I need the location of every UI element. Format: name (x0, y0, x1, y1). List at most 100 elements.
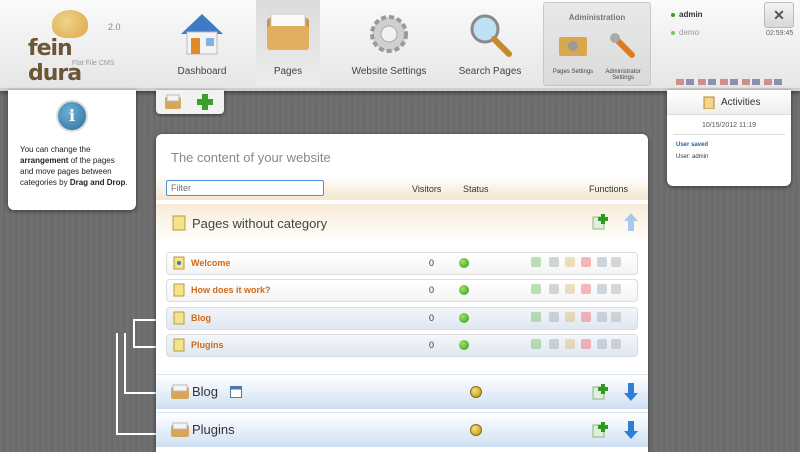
add-page-icon[interactable] (592, 214, 608, 230)
add-icon[interactable] (531, 339, 541, 349)
drag-line (124, 333, 126, 393)
arrow-up-icon[interactable] (623, 212, 639, 232)
user-admin[interactable]: admin (671, 10, 703, 19)
online-dot-icon (671, 12, 675, 17)
add-icon[interactable] (531, 257, 541, 267)
administrator-settings-label: Administrator Settings (605, 69, 641, 81)
header: fein dura 2.0 Flat File CMS Dashboard Pa… (0, 0, 800, 91)
page-row[interactable]: Plugins 0 (166, 334, 638, 357)
page-icon[interactable] (597, 284, 607, 294)
page-row[interactable]: Blog 0 (166, 307, 638, 330)
page-functions (531, 284, 621, 296)
edit-icon[interactable] (565, 339, 575, 349)
edit-icon[interactable] (565, 257, 575, 267)
menu-icon[interactable] (611, 257, 621, 267)
nav-search-pages-label: Search Pages (458, 66, 522, 77)
tree-logo-icon (52, 10, 88, 38)
category-row[interactable]: Plugins (156, 412, 648, 447)
page-name[interactable]: Welcome (191, 258, 230, 268)
clock: 02:59:45 (766, 30, 794, 37)
pages-settings-label: Pages Settings (552, 69, 594, 75)
add-page-icon[interactable] (592, 384, 608, 400)
page-row[interactable]: Welcome 0 (166, 252, 638, 275)
filter-input[interactable] (166, 180, 324, 196)
menu-icon[interactable] (611, 284, 621, 294)
drag-line (116, 333, 118, 434)
logo[interactable]: fein dura 2.0 Flat File CMS (28, 10, 128, 86)
page-toolbar (156, 90, 224, 114)
visitor-count: 0 (429, 313, 435, 323)
edit-icon[interactable] (565, 284, 575, 294)
info-icon: i (56, 100, 88, 132)
settings-icon[interactable] (549, 257, 559, 267)
page-functions (531, 312, 621, 324)
category-folder-icon (171, 384, 189, 399)
page-icon[interactable] (597, 312, 607, 322)
administrator-settings-button[interactable]: Administrator Settings (598, 29, 648, 83)
administration-panel: Administration Pages Settings Administra… (543, 2, 651, 86)
activities-panel: Activities 10/15/2012 11:19 User saved U… (667, 90, 791, 186)
activity-date: 10/15/2012 11:19 (702, 122, 756, 129)
status-online-icon[interactable] (459, 285, 469, 295)
settings-icon[interactable] (549, 312, 559, 322)
page-title: The content of your website (171, 150, 331, 165)
menu-icon[interactable] (611, 339, 621, 349)
category-row[interactable]: Blog (156, 374, 648, 409)
col-visitors: Visitors (412, 184, 442, 194)
arrow-down-icon[interactable] (623, 382, 639, 402)
delete-icon[interactable] (581, 312, 591, 322)
house-icon (181, 14, 223, 55)
nav-pages-label: Pages (273, 66, 303, 77)
page-name[interactable]: How does it work? (191, 285, 271, 295)
nav-dashboard-label: Dashboard (177, 66, 227, 77)
divider (673, 134, 785, 135)
delete-icon[interactable] (581, 339, 591, 349)
arrow-down-icon[interactable] (623, 420, 639, 440)
calendar-icon[interactable] (230, 386, 242, 398)
add-page-icon[interactable] (196, 93, 214, 111)
page-functions (531, 339, 621, 351)
wrench-icon (610, 33, 635, 58)
logout-close-button[interactable]: ✕ (764, 2, 794, 28)
category-none[interactable]: Pages without category (156, 204, 648, 244)
category-name: Pages without category (192, 216, 328, 231)
home-page-icon (173, 256, 185, 270)
clipboard-icon (703, 96, 715, 109)
category-name: Blog (192, 384, 219, 399)
drag-line (133, 319, 135, 348)
settings-icon[interactable] (549, 339, 559, 349)
page-name[interactable]: Blog (191, 313, 211, 323)
page-icon (173, 311, 185, 325)
settings-icon[interactable] (549, 284, 559, 294)
status-online-icon[interactable] (459, 313, 469, 323)
delete-icon[interactable] (581, 257, 591, 267)
status-online-icon[interactable] (459, 340, 469, 350)
nav-pages[interactable]: Pages (256, 0, 320, 86)
menu-icon[interactable] (611, 312, 621, 322)
activities-title: Activities (721, 97, 761, 108)
activity-message: User saved (676, 142, 709, 148)
status-icon[interactable] (470, 424, 482, 436)
page-icon[interactable] (597, 339, 607, 349)
page-icon (173, 283, 185, 297)
delete-icon[interactable] (581, 284, 591, 294)
status-online-icon[interactable] (459, 258, 469, 268)
add-icon[interactable] (531, 312, 541, 322)
page-row[interactable]: How does it work? 0 (166, 279, 638, 302)
page-icon[interactable] (597, 257, 607, 267)
nav-website-settings[interactable]: Website Settings (344, 0, 434, 86)
nav-dashboard[interactable]: Dashboard (150, 0, 254, 86)
nav-search-pages[interactable]: Search Pages (448, 0, 532, 86)
category-folder-icon (171, 422, 189, 437)
status-icon[interactable] (470, 386, 482, 398)
edit-icon[interactable] (565, 312, 575, 322)
user-demo[interactable]: demo (671, 28, 699, 37)
edit-category-icon[interactable] (164, 94, 182, 110)
pages-settings-button[interactable]: Pages Settings (548, 29, 598, 83)
page-name[interactable]: Plugins (191, 340, 224, 350)
add-icon[interactable] (531, 284, 541, 294)
language-flags[interactable] (676, 79, 786, 85)
folder-icon (267, 13, 309, 50)
add-page-icon[interactable] (592, 422, 608, 438)
activities-header[interactable]: Activities (667, 90, 791, 115)
